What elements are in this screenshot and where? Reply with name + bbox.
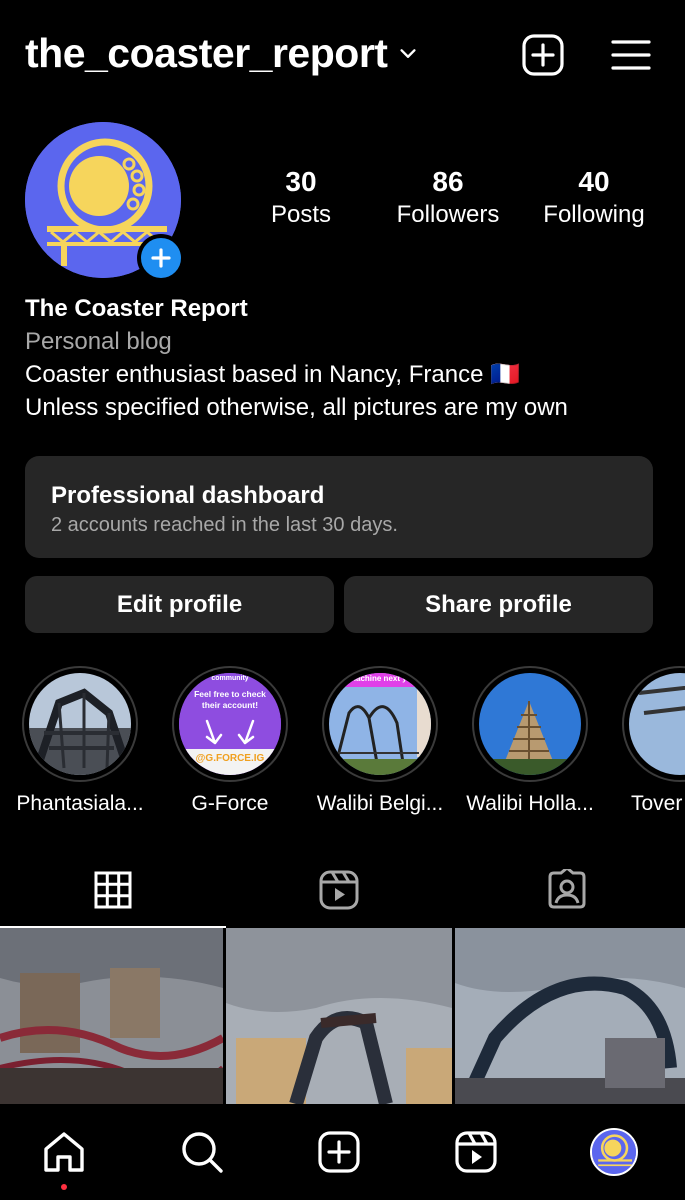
stat-label: Posts <box>270 201 332 228</box>
post-thumbnail[interactable] <box>226 928 452 1104</box>
highlight-thumbnail <box>29 673 131 775</box>
reels-icon <box>455 1131 497 1173</box>
reels-icon <box>319 870 359 910</box>
stat-label: Followers <box>396 201 500 228</box>
nav-reels[interactable] <box>450 1126 502 1178</box>
share-profile-button[interactable]: Share profile <box>344 576 653 633</box>
grid-icon <box>94 871 132 909</box>
profile-content-tabs <box>0 852 685 928</box>
post-thumbnail[interactable] <box>455 928 685 1104</box>
stat-label: Following <box>543 201 645 228</box>
username: the_coaster_report <box>25 30 388 76</box>
highlight-overlay-text: machine next ye <box>348 674 412 683</box>
posts-grid <box>0 928 685 1104</box>
bottom-navigation <box>0 1104 685 1200</box>
professional-dashboard-card[interactable]: Professional dashboard 2 accounts reache… <box>25 456 653 558</box>
create-icon <box>318 1131 360 1173</box>
post-thumbnail[interactable] <box>0 928 223 1104</box>
highlight-label: Phantasiala... <box>16 792 144 815</box>
edit-profile-button[interactable]: Edit profile <box>25 576 334 633</box>
dashboard-title: Professional dashboard <box>51 482 325 509</box>
menu-button[interactable] <box>609 33 653 77</box>
highlight-item[interactable]: Phantasiala... <box>5 666 155 816</box>
add-post-icon <box>522 34 564 76</box>
highlight-label: Tover <box>631 792 683 815</box>
bio-line: Unless specified otherwise, all pictures… <box>25 394 568 421</box>
notification-dot <box>61 1184 67 1190</box>
profile-bio: The Coaster Report Personal blog Coaster… <box>25 292 665 424</box>
add-post-button[interactable] <box>521 33 565 77</box>
dashboard-subtitle: 2 accounts reached in the last 30 days. <box>51 514 398 536</box>
stat-value: 86 <box>432 166 464 197</box>
highlight-item[interactable]: Tover <box>605 666 685 816</box>
category-label: Personal blog <box>25 328 172 355</box>
account-switcher[interactable]: the_coaster_report <box>25 30 419 77</box>
highlight-label: Walibi Holla... <box>466 792 594 815</box>
search-icon <box>182 1132 223 1173</box>
profile-avatar <box>590 1128 638 1176</box>
menu-icon <box>611 40 651 70</box>
highlight-item[interactable]: machine next ye Walibi Belgi... <box>305 666 455 816</box>
bio-line: Coaster enthusiast based in Nancy, Franc… <box>25 361 521 388</box>
tab-tagged[interactable] <box>454 852 680 928</box>
highlight-ring <box>472 666 588 782</box>
nav-search[interactable] <box>176 1126 228 1178</box>
highlight-ring: community Feel free to check their accou… <box>172 666 288 782</box>
highlight-thumbnail <box>629 673 685 775</box>
add-story-button[interactable] <box>137 234 185 282</box>
highlight-ring <box>22 666 138 782</box>
home-icon <box>44 1132 84 1172</box>
stat-posts[interactable]: 30 Posts <box>260 166 342 232</box>
highlight-overlay-text: @G.FORCE.IG <box>195 753 265 764</box>
stat-following[interactable]: 40 Following <box>534 166 654 232</box>
highlight-thumbnail: community Feel free to check their accou… <box>179 673 281 775</box>
story-highlights: Phantasiala... community Feel free to ch… <box>0 666 685 826</box>
highlight-label: G-Force <box>191 792 269 815</box>
profile-avatar[interactable] <box>25 122 185 282</box>
highlight-overlay-text: Feel free to check their account! <box>194 689 266 710</box>
highlight-thumbnail <box>479 673 581 775</box>
tab-posts-grid[interactable] <box>0 852 226 928</box>
nav-home[interactable] <box>38 1126 90 1178</box>
highlight-item[interactable]: Walibi Holla... <box>455 666 605 816</box>
display-name: The Coaster Report <box>25 295 248 322</box>
highlight-label: Walibi Belgi... <box>316 792 444 815</box>
stat-value: 40 <box>578 166 610 197</box>
stat-value: 30 <box>285 166 317 197</box>
highlight-item[interactable]: community Feel free to check their accou… <box>155 666 305 816</box>
profile-header: the_coaster_report <box>0 0 685 112</box>
highlight-overlay-text: community <box>211 675 249 682</box>
nav-create[interactable] <box>313 1126 365 1178</box>
nav-profile[interactable] <box>588 1126 640 1178</box>
tab-reels[interactable] <box>226 852 452 928</box>
profile-stats: 30 Posts 86 Followers 40 Following <box>240 166 670 246</box>
stat-followers[interactable]: 86 Followers <box>388 166 508 232</box>
tagged-icon <box>548 869 586 909</box>
highlight-ring <box>622 666 685 782</box>
plus-icon <box>151 248 171 268</box>
highlight-ring: machine next ye <box>322 666 438 782</box>
chevron-down-icon <box>400 48 417 58</box>
highlight-thumbnail: machine next ye <box>329 673 431 775</box>
